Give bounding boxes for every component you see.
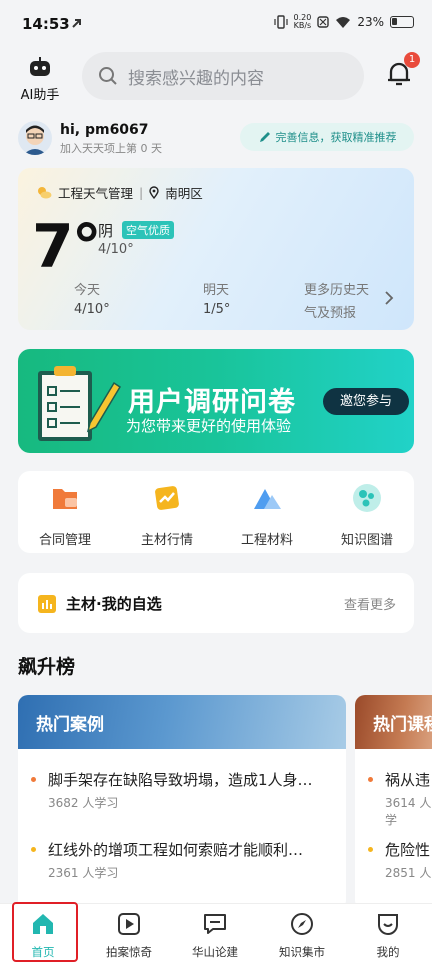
air-quality-badge: 空气优质 — [122, 221, 174, 239]
weather-temperature: 7° — [32, 212, 102, 282]
banner-subtitle: 为您带来更好的使用体验 — [126, 417, 292, 435]
weather-manage-link[interactable]: 工程天气管理 — [58, 183, 133, 202]
nav-discussion[interactable]: 华山论建 — [180, 912, 250, 960]
ai-assistant-label: AI助手 — [20, 88, 60, 103]
list-item-meta: 3682 人学习 — [48, 796, 119, 810]
favorites-more-link[interactable]: 查看更多 — [344, 594, 396, 613]
battery-icon — [390, 16, 414, 28]
list-item-meta: 2851 人 — [385, 866, 432, 880]
list-item-meta: 2361 人学习 — [48, 866, 119, 880]
section-title: 飙升榜 — [18, 656, 76, 678]
list-item[interactable]: 红线外的增项工程如何索赔才能顺利… — [48, 839, 303, 860]
notification-badge: 1 — [404, 52, 420, 68]
list-item-meta: 3614 人学 — [385, 796, 432, 827]
location-pin-icon — [149, 186, 159, 199]
quick-item-market[interactable]: 主材行情 — [122, 483, 212, 548]
ranking-card-courses[interactable]: 热门课程 祸从违 3614 人学 危险性 2851 人 — [355, 695, 432, 910]
list-item[interactable]: 危险性 — [385, 839, 430, 860]
network-speed: 0.20 KB/s — [293, 13, 312, 30]
bar-chart-icon — [38, 595, 56, 613]
status-bar: 14:53 0.20 KB/s 23% — [0, 0, 432, 50]
ai-assistant-button[interactable]: AI助手 — [18, 56, 62, 103]
weather-cloud-icon — [38, 187, 52, 199]
rank-dot — [31, 777, 36, 782]
sim-off-icon — [317, 16, 330, 28]
weather-range: 4/10° — [98, 242, 134, 257]
user-days: 加入天天项上第 0 天 — [60, 142, 162, 155]
status-icons: 0.20 KB/s 23% — [273, 13, 414, 30]
user-greeting: hi, pm6067 — [60, 122, 149, 138]
robot-icon — [30, 57, 50, 76]
link-icon — [72, 19, 81, 28]
favorites-card[interactable]: 主材·我的自选 查看更多 — [18, 573, 414, 633]
rank-dot — [31, 847, 36, 852]
quick-actions: 合同管理 主材行情 工程材料 知识图谱 — [18, 471, 414, 553]
notification-button[interactable]: 1 — [384, 52, 420, 92]
list-item[interactable]: 祸从违 — [385, 769, 430, 790]
quick-item-materials[interactable]: 工程材料 — [222, 483, 312, 548]
forecast-today: 今天 4/10° — [74, 283, 110, 317]
chat-icon — [204, 914, 226, 934]
contract-icon — [53, 489, 77, 509]
complete-profile-button[interactable]: 完善信息，获取精准推荐 — [240, 123, 414, 151]
weather-card[interactable]: 工程天气管理 | 南明区 7° 阴 空气优质 4/10° 今天 4/10° 明天… — [18, 168, 414, 330]
trend-icon — [155, 486, 179, 510]
banner-join-button[interactable]: 邀您参与 — [323, 388, 409, 415]
rank-dot — [368, 847, 373, 852]
ranking-card-title: 热门案例 — [36, 715, 104, 735]
materials-icon — [254, 489, 281, 509]
clipboard-icon — [38, 366, 122, 441]
weather-location: 南明区 — [165, 186, 203, 201]
complete-profile-label: 完善信息，获取精准推荐 — [275, 131, 397, 144]
forecast-more-link[interactable]: 更多历史天 气及预报 — [304, 279, 369, 321]
battery-percent: 23% — [357, 15, 384, 29]
list-item[interactable]: 脚手架存在缺陷导致坍塌，造成1人身… — [48, 769, 313, 790]
nav-stories[interactable]: 拍案惊奇 — [94, 912, 164, 960]
nav-profile[interactable]: 我的 — [353, 912, 423, 960]
status-time: 14:53 — [22, 15, 70, 33]
knowledge-graph-icon — [353, 484, 381, 512]
rank-dot — [368, 777, 373, 782]
ranking-card-cases[interactable]: 热门案例 脚手架存在缺陷导致坍塌，造成1人身… 3682 人学习 红线外的增项工… — [18, 695, 346, 910]
forecast-tomorrow: 明天 1/5° — [203, 283, 231, 317]
edit-icon — [259, 132, 270, 142]
compass-icon — [291, 913, 313, 935]
quick-item-contract[interactable]: 合同管理 — [20, 483, 110, 548]
survey-banner[interactable]: 用户调研问卷 为您带来更好的使用体验 邀您参与 — [18, 349, 414, 453]
search-icon — [99, 67, 117, 85]
banner-title: 用户调研问卷 — [128, 387, 296, 418]
search-input[interactable]: 搜索感兴趣的内容 — [82, 52, 364, 100]
wifi-icon — [336, 16, 351, 28]
favorites-title: 主材·我的自选 — [66, 595, 162, 613]
weather-header: 工程天气管理 | 南明区 — [36, 183, 203, 202]
avatar[interactable] — [18, 121, 52, 155]
play-icon — [118, 913, 140, 935]
ranking-card-title: 热门课程 — [373, 715, 432, 735]
profile-icon — [378, 914, 398, 935]
quick-item-knowledge[interactable]: 知识图谱 — [322, 483, 412, 548]
search-placeholder: 搜索感兴趣的内容 — [128, 68, 264, 89]
vibrate-icon — [273, 15, 288, 29]
nav-knowledge[interactable]: 知识集市 — [267, 912, 337, 960]
chevron-right-icon — [385, 291, 394, 305]
active-tab-highlight — [12, 902, 78, 962]
avatar-image — [23, 125, 47, 155]
weather-condition: 阴 — [98, 222, 114, 240]
